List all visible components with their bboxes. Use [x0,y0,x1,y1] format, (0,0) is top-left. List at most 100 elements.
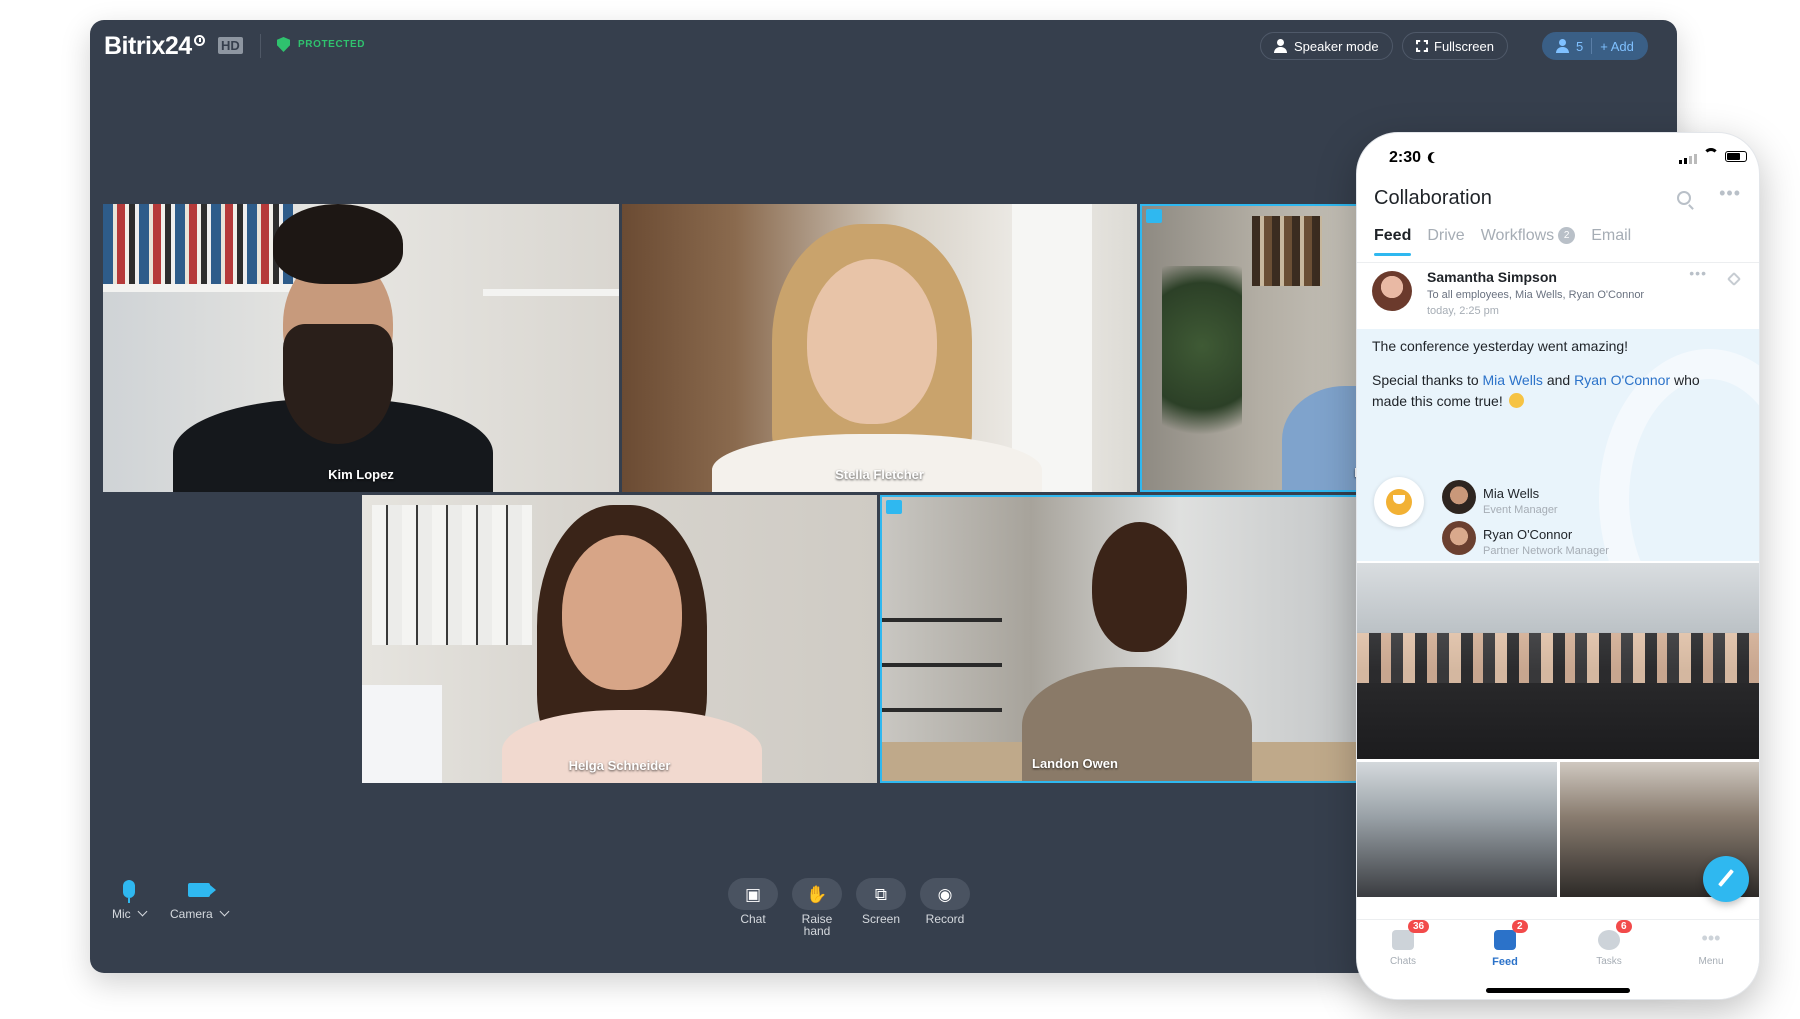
avatar-ryan-oconnor[interactable] [1442,521,1476,555]
author-avatar[interactable] [1372,271,1412,311]
binder-shelf [372,505,532,645]
signal-icon [1679,154,1697,164]
shield-icon [277,37,290,52]
mic-label: Mic [112,907,131,921]
chevron-down-icon [219,906,230,917]
post-text-line: made this come true! [1372,391,1524,412]
team-photo[interactable] [1357,563,1759,759]
protected-indicator: PROTECTED [277,37,365,52]
protected-label: PROTECTED [298,39,366,50]
hd-badge: HD [218,37,243,54]
status-bar: 2:30 [1357,133,1759,178]
chat-button[interactable]: ▣ Chat [728,878,778,925]
post-timestamp: today, 2:25 pm [1427,305,1499,317]
post-menu-icon[interactable]: ••• [1689,265,1707,281]
nav-label: Feed [1492,956,1518,968]
participant-name: Stella Fletcher [835,467,924,482]
person-name[interactable]: Mia Wells [1483,486,1539,501]
video-tile-landon-owen[interactable]: Landon Owen [880,495,1380,783]
event-photo-1[interactable] [1357,762,1557,897]
bookshelf [103,204,293,284]
video-tile-helga-schneider[interactable]: Helga Schneider [362,495,877,783]
video-tile-partial[interactable]: Lu [1140,204,1380,492]
more-options-icon[interactable]: ••• [1719,183,1741,204]
chat-bubble-icon: 36 [1392,920,1430,950]
participants-icon [1556,39,1570,53]
workflows-count-badge: 2 [1558,227,1576,244]
fullscreen-label: Fullscreen [1434,38,1494,54]
add-participant-button[interactable]: + Add [1600,39,1634,54]
shelf [483,289,619,296]
hand-icon: ✋ [806,884,828,904]
participants-control: 5 + Add [1542,32,1648,60]
speaker-mode-button[interactable]: Speaker mode [1260,32,1393,60]
mention-mia-wells[interactable]: Mia Wells [1483,372,1543,388]
status-time: 2:30 [1389,149,1422,166]
text-fragment: and [1542,372,1575,388]
nav-feed[interactable]: 2 Feed [1465,920,1545,968]
battery-icon [1725,151,1747,162]
plant [1162,266,1242,466]
speaker-icon [1274,39,1288,53]
participants-count: 5 [1576,38,1584,54]
record-label: Record [925,912,965,926]
person-face [807,259,937,424]
feed-icon: 2 [1494,920,1528,950]
record-button-bg: ◉ [920,878,970,910]
participants-button[interactable]: 5 [1556,39,1583,54]
record-button[interactable]: ◉ Record [920,878,970,925]
speaking-indicator-icon [1146,209,1162,223]
tab-workflows[interactable]: Workflows 2 [1481,227,1576,245]
appreciation-badge [1374,477,1424,527]
fullscreen-icon [1416,40,1428,52]
raise-hand-button[interactable]: ✋ Raise hand [792,878,842,937]
window [1012,204,1092,492]
fullscreen-button[interactable]: Fullscreen [1402,32,1508,60]
chat-icon: ▣ [744,884,762,904]
microphone-icon [122,880,135,903]
shelving [882,577,1002,757]
screen-share-button[interactable]: ⧉ Screen [856,878,906,925]
video-tile-kim-lopez[interactable]: Kim Lopez [103,204,619,492]
screen-share-icon: ⧉ [874,884,888,904]
tasks-badge: 6 [1616,920,1632,933]
nav-menu[interactable]: ••• Menu [1671,928,1751,967]
camera-control[interactable]: Camera [170,880,230,920]
mic-control[interactable]: Mic [112,880,148,921]
nav-tasks[interactable]: 6 Tasks [1569,920,1649,967]
chats-badge: 36 [1408,920,1430,933]
tab-email[interactable]: Email [1591,227,1631,245]
screen-button-bg: ⧉ [856,878,906,910]
person-beard [283,324,393,444]
chat-button-bg: ▣ [728,878,778,910]
avatar-mia-wells[interactable] [1442,480,1476,514]
person-name[interactable]: Ryan O'Connor [1483,527,1572,542]
chevron-down-icon [137,906,148,917]
post-author[interactable]: Samantha Simpson [1427,269,1557,285]
nav-label: Tasks [1596,956,1622,967]
clock-icon [193,35,205,46]
post-recipients: To all employees, Mia Wells, Ryan O'Conn… [1427,289,1645,301]
mobile-app: 2:30 Collaboration ••• Feed Drive Workfl… [1356,132,1760,1000]
menu-dots-icon: ••• [1701,928,1721,948]
search-icon[interactable] [1677,191,1691,205]
text-fragment: who [1670,372,1700,388]
tab-drive[interactable]: Drive [1427,227,1464,245]
raise-hand-button-bg: ✋ [792,878,842,910]
person-face [1092,522,1187,652]
speaking-indicator-icon [886,500,902,514]
tab-feed[interactable]: Feed [1374,227,1412,256]
person-role: Partner Network Manager [1483,545,1609,557]
wifi-icon [1703,148,1719,164]
trophy-icon [1386,489,1412,515]
video-tile-stella-fletcher[interactable]: Stella Fletcher [622,204,1137,492]
participant-name: Lu [1142,465,1378,480]
participant-name: Helga Schneider [568,758,671,773]
nav-label: Menu [1698,956,1724,967]
compose-pencil-icon[interactable] [1703,856,1749,902]
mention-ryan-oconnor[interactable]: Ryan O'Connor [1574,372,1670,388]
nav-chats[interactable]: 36 Chats [1363,920,1443,967]
smile-emoji-icon [1508,393,1524,408]
moon-icon [1429,150,1443,164]
person-body [712,434,1042,492]
